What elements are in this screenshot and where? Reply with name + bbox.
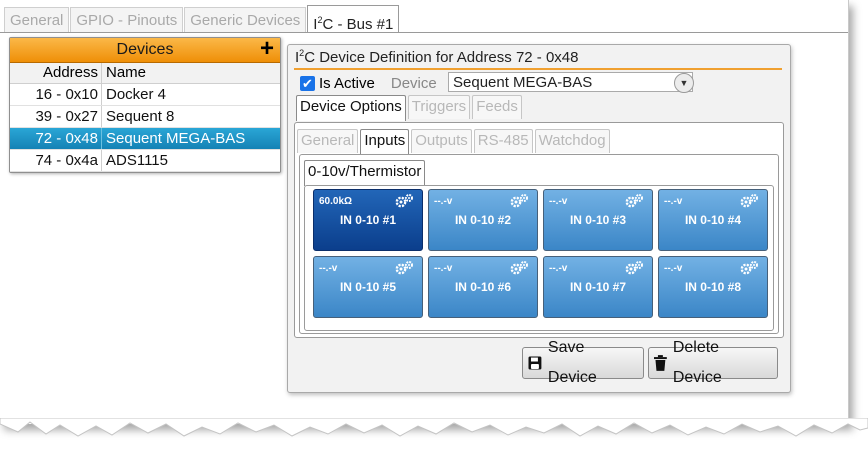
gears-icon[interactable] bbox=[739, 193, 759, 209]
app-window: General GPIO - Pinouts Generic Devices I… bbox=[0, 0, 849, 424]
row-name: Sequent 8 bbox=[106, 108, 175, 125]
save-icon bbox=[528, 356, 542, 370]
tab-watchdog[interactable]: Watchdog bbox=[534, 129, 610, 153]
input-tile[interactable]: 60.0kΩ IN 0-10 #1 bbox=[313, 189, 423, 251]
is-active-checkbox[interactable]: ✔ bbox=[300, 75, 315, 91]
active-row: ✔ Is Active Device bbox=[300, 73, 441, 93]
input-tile[interactable]: --.-v IN 0-10 #3 bbox=[543, 189, 653, 251]
input-value: 60.0kΩ bbox=[319, 196, 353, 207]
section-tabs: Device Options Triggers Feeds bbox=[296, 95, 524, 121]
tab-device-options[interactable]: Device Options bbox=[296, 95, 406, 121]
save-device-label: Save Device bbox=[547, 339, 597, 386]
input-type-tabs: 0-10v/Thermistor bbox=[304, 160, 427, 186]
tab-options-general[interactable]: General bbox=[297, 129, 359, 153]
tab-gpio-pinouts[interactable]: GPIO - Pinouts bbox=[70, 7, 184, 32]
save-device-button[interactable]: Save Device bbox=[522, 339, 644, 386]
device-definition-panel: I2C Device Definition for Address 72 - 0… bbox=[287, 44, 791, 393]
input-name: IN 0-10 #2 bbox=[454, 213, 512, 227]
chevron-down-icon[interactable]: ▼ bbox=[674, 73, 694, 93]
table-row[interactable]: 39 - 0x27 Sequent 8 bbox=[10, 106, 280, 128]
input-name: IN 0-10 #5 bbox=[339, 280, 397, 294]
input-value: --.-v bbox=[549, 263, 568, 274]
input-name: IN 0-10 #7 bbox=[569, 280, 627, 294]
tab-inputs[interactable]: Inputs bbox=[360, 129, 410, 155]
input-tile[interactable]: --.-v IN 0-10 #2 bbox=[428, 189, 538, 251]
input-tiles-area: 60.0kΩ IN 0-10 #1 --.-v IN 0-10 #2 --.-v IN 0… bbox=[304, 185, 774, 331]
input-value: --.-v bbox=[319, 263, 338, 274]
gears-icon[interactable] bbox=[739, 260, 759, 276]
input-name: IN 0-10 #4 bbox=[684, 213, 742, 227]
row-address: 39 - 0x27 bbox=[10, 106, 102, 127]
title-post: C Device Definition for Address 72 - 0x4… bbox=[304, 49, 579, 66]
table-row[interactable]: 16 - 0x10 Docker 4 bbox=[10, 84, 280, 106]
tab-general[interactable]: General bbox=[4, 7, 70, 32]
plus-icon[interactable]: + bbox=[260, 37, 274, 61]
gears-icon[interactable] bbox=[624, 260, 644, 276]
tab-0-10v-thermistor[interactable]: 0-10v/Thermistor bbox=[304, 160, 426, 186]
gears-icon[interactable] bbox=[509, 193, 529, 209]
input-tile[interactable]: --.-v IN 0-10 #8 bbox=[658, 256, 768, 318]
device-list-columns: Address Name bbox=[10, 63, 280, 84]
is-active-label: Is Active bbox=[319, 74, 375, 92]
tab-rs485[interactable]: RS-485 bbox=[473, 129, 533, 153]
input-value: --.-v bbox=[434, 263, 453, 274]
device-options-content: General Inputs Outputs RS-485 Watchdog 0… bbox=[294, 122, 784, 338]
tab-label-post: C - Bus #1 bbox=[322, 16, 394, 33]
input-name: IN 0-10 #1 bbox=[339, 213, 397, 227]
gears-icon[interactable] bbox=[509, 260, 529, 276]
tab-generic-devices[interactable]: Generic Devices bbox=[184, 7, 307, 32]
input-value: --.-v bbox=[549, 196, 568, 207]
row-name: Sequent MEGA-BAS bbox=[106, 130, 246, 147]
input-tile[interactable]: --.-v IN 0-10 #7 bbox=[543, 256, 653, 318]
input-name: IN 0-10 #6 bbox=[454, 280, 512, 294]
input-tile[interactable]: --.-v IN 0-10 #5 bbox=[313, 256, 423, 318]
gears-icon[interactable] bbox=[624, 193, 644, 209]
gears-icon[interactable] bbox=[394, 193, 414, 209]
device-list-title: Devices bbox=[116, 41, 174, 58]
row-address: 72 - 0x48 bbox=[10, 128, 102, 149]
input-name: IN 0-10 #3 bbox=[569, 213, 627, 227]
inputs-content: 0-10v/Thermistor 60.0kΩ IN 0-10 #1 --.-v IN… bbox=[299, 154, 779, 334]
input-name: IN 0-10 #8 bbox=[684, 280, 742, 294]
row-name: ADS1115 bbox=[106, 152, 168, 169]
device-label: Device bbox=[390, 74, 437, 92]
column-name[interactable]: Name bbox=[102, 63, 146, 83]
delete-device-label: Delete Device bbox=[672, 339, 722, 386]
torn-edge-decoration bbox=[0, 418, 868, 437]
table-row-selected[interactable]: 72 - 0x48 Sequent MEGA-BAS bbox=[10, 128, 280, 150]
delete-device-button[interactable]: Delete Device bbox=[648, 339, 778, 386]
column-address[interactable]: Address bbox=[10, 63, 102, 83]
row-address: 74 - 0x4a bbox=[10, 150, 102, 171]
device-select[interactable]: Sequent MEGA-BAS bbox=[448, 72, 693, 92]
tab-triggers[interactable]: Triggers bbox=[407, 95, 471, 119]
panel-title: I2C Device Definition for Address 72 - 0… bbox=[295, 48, 579, 66]
input-value: --.-v bbox=[664, 263, 683, 274]
gears-icon[interactable] bbox=[394, 260, 414, 276]
table-row[interactable]: 74 - 0x4a ADS1115 bbox=[10, 150, 280, 172]
trash-icon bbox=[654, 355, 667, 371]
tab-divider bbox=[0, 32, 848, 33]
tab-outputs[interactable]: Outputs bbox=[411, 129, 472, 153]
tab-i2c-bus[interactable]: I2C - Bus #1 bbox=[307, 5, 400, 33]
row-address: 16 - 0x10 bbox=[10, 84, 102, 105]
input-value: --.-v bbox=[434, 196, 453, 207]
option-tabs: General Inputs Outputs RS-485 Watchdog bbox=[297, 129, 612, 155]
input-value: --.-v bbox=[664, 196, 683, 207]
device-list: Devices + Address Name 16 - 0x10 Docker … bbox=[9, 37, 281, 173]
top-tab-bar: General GPIO - Pinouts Generic Devices I… bbox=[4, 5, 400, 33]
input-tile[interactable]: --.-v IN 0-10 #6 bbox=[428, 256, 538, 318]
row-name: Docker 4 bbox=[106, 86, 167, 103]
input-tiles-grid: 60.0kΩ IN 0-10 #1 --.-v IN 0-10 #2 --.-v IN 0… bbox=[313, 189, 773, 329]
title-underline bbox=[294, 68, 782, 70]
device-list-header: Devices + bbox=[10, 37, 280, 63]
input-tile[interactable]: --.-v IN 0-10 #4 bbox=[658, 189, 768, 251]
tab-feeds[interactable]: Feeds bbox=[472, 95, 522, 119]
